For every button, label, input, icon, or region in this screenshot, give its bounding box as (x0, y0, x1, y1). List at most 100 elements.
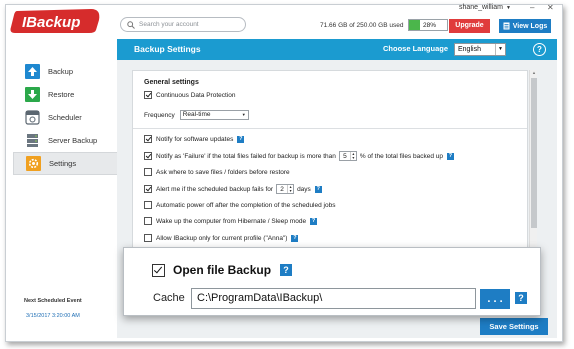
language-label: Choose Language (383, 44, 449, 53)
cdp-checkbox[interactable] (144, 91, 152, 99)
open-file-backup-row: Open file Backup ? (152, 263, 293, 277)
sidebar-item-label: Scheduler (48, 113, 82, 122)
failure-percent-value: 5 (343, 152, 347, 160)
storage-quota-bar: 28% (408, 19, 448, 31)
alert-prefix: Alert me if the scheduled backup fails f… (156, 185, 274, 193)
page-title: Backup Settings (134, 44, 201, 54)
auto-power-off-label: Automatic power off after the completion… (156, 201, 336, 209)
help-icon[interactable]: ? (515, 292, 527, 304)
next-event-value: 3/15/2017 3:20:00 AM (26, 313, 80, 319)
open-file-backup-callout: Open file Backup ? Cache C:\ProgramData\… (123, 247, 541, 316)
sidebar-item-backup[interactable]: Backup (13, 60, 117, 83)
server-icon (25, 133, 40, 148)
frequency-row: Frequency Real-time ▼ (144, 110, 249, 120)
notify-failure-checkbox[interactable] (144, 152, 152, 160)
stepper-arrows-icon[interactable]: ▲ ▼ (287, 185, 293, 193)
cache-path-field[interactable]: C:\ProgramData\IBackup\ (191, 288, 476, 309)
sidebar-item-scheduler[interactable]: Scheduler (13, 106, 117, 129)
settings-panel: General settings Continuous Data Protect… (132, 70, 528, 250)
sidebar-item-restore[interactable]: Restore (13, 83, 117, 106)
next-event-label: Next Scheduled Event (24, 298, 82, 304)
open-file-backup-checkbox[interactable] (152, 263, 165, 277)
close-icon[interactable]: ✕ (547, 3, 554, 12)
upgrade-button[interactable]: Upgrade (449, 19, 490, 33)
sidebar-item-label: Restore (48, 90, 75, 99)
ibackup-logo: IBackup (10, 9, 100, 33)
storage-usage-text: 71.66 GB of 250.00 GB used (320, 22, 404, 29)
storage-quota-fill (409, 20, 420, 30)
wake-up-checkbox[interactable] (144, 217, 152, 225)
language-select[interactable]: English ▼ (454, 43, 506, 56)
auto-power-off-row: Automatic power off after the completion… (144, 201, 335, 209)
open-file-backup-label: Open file Backup (173, 263, 272, 277)
alert-days-stepper[interactable]: 2 ▲ ▼ (276, 184, 295, 194)
notify-failure-suffix: % of the total files backed up (359, 152, 443, 160)
stepper-arrows-icon[interactable]: ▲ ▼ (349, 152, 356, 160)
view-logs-button[interactable]: View Logs (499, 19, 551, 33)
browse-button[interactable]: . . . (480, 289, 510, 309)
sidebar-item-label: Backup (48, 67, 74, 76)
search-icon (127, 20, 135, 29)
alert-checkbox[interactable] (144, 185, 152, 193)
scrollbar-thumb[interactable] (531, 78, 537, 228)
document-icon (503, 22, 510, 30)
allow-profile-label: Allow IBackup only for current profile (… (156, 234, 288, 242)
user-menu[interactable]: shane_william ▼ (459, 4, 511, 11)
notify-updates-row: Notify for software updates ? (144, 135, 245, 143)
sidebar-item-settings[interactable]: Settings (13, 152, 117, 175)
alert-days-value: 2 (280, 185, 284, 193)
sidebar-item-label: Settings (49, 159, 77, 168)
ask-restore-label: Ask where to save files / folders before… (156, 168, 290, 176)
chevron-down-icon: ▼ (505, 4, 511, 11)
language-value: English (458, 46, 481, 53)
username: shane_william (459, 4, 503, 11)
failure-percent-stepper[interactable]: 5 ▲ ▼ (338, 151, 357, 161)
notify-updates-checkbox[interactable] (144, 135, 152, 143)
auto-power-off-checkbox[interactable] (144, 201, 152, 209)
allow-profile-row: Allow IBackup only for current profile (… (144, 234, 299, 242)
notify-failure-row: Notify as 'Failure' if the total files f… (144, 151, 454, 161)
gear-icon (26, 156, 41, 171)
calendar-icon (25, 110, 40, 125)
help-icon[interactable]: ? (446, 152, 454, 160)
sidebar-item-label: Server Backup (48, 136, 98, 145)
wake-up-row: Wake up the computer from Hibernate / Sl… (144, 217, 318, 225)
wake-up-label: Wake up the computer from Hibernate / Sl… (156, 217, 307, 225)
sidebar-item-server-backup[interactable]: Server Backup (13, 129, 117, 152)
allow-profile-checkbox[interactable] (144, 234, 152, 242)
minimize-icon[interactable]: – (530, 3, 534, 12)
scrollbar[interactable]: ▲ (529, 70, 537, 250)
divider (133, 128, 527, 129)
alert-suffix: days (297, 185, 311, 193)
ask-restore-row: Ask where to save files / folders before… (144, 168, 290, 176)
chevron-down-icon: ▼ (495, 44, 505, 55)
general-settings-title: General settings (144, 79, 199, 86)
frequency-value: Real-time (182, 111, 211, 118)
cache-label: Cache (153, 292, 185, 304)
storage-percent: 28% (423, 22, 437, 29)
help-icon[interactable]: ? (533, 43, 546, 56)
help-icon[interactable]: ? (314, 185, 322, 193)
scroll-up-icon[interactable]: ▲ (530, 70, 538, 77)
chevron-down-icon: ▼ (241, 112, 246, 117)
upload-arrow-icon (25, 64, 40, 79)
notify-failure-prefix: Notify as 'Failure' if the total files f… (156, 152, 336, 160)
settings-titlebar: Backup Settings Choose Language English … (117, 39, 557, 60)
logo-text: IBackup (22, 14, 80, 31)
help-icon[interactable]: ? (237, 135, 245, 143)
ask-restore-checkbox[interactable] (144, 168, 152, 176)
search-box[interactable] (120, 17, 246, 32)
download-arrow-icon (25, 87, 40, 102)
alert-row: Alert me if the scheduled backup fails f… (144, 184, 322, 194)
save-settings-button[interactable]: Save Settings (480, 318, 548, 335)
notify-updates-label: Notify for software updates (156, 135, 234, 143)
sidebar: Backup Restore Scheduler Server Backup S… (13, 60, 117, 175)
cdp-label: Continuous Data Protection (156, 91, 236, 99)
help-icon[interactable]: ? (291, 234, 299, 242)
help-icon[interactable]: ? (310, 217, 318, 225)
frequency-label: Frequency (144, 111, 175, 119)
frequency-select[interactable]: Real-time ▼ (179, 110, 249, 120)
cdp-row: Continuous Data Protection (144, 91, 236, 99)
help-icon[interactable]: ? (280, 264, 293, 276)
search-input[interactable] (139, 21, 239, 28)
